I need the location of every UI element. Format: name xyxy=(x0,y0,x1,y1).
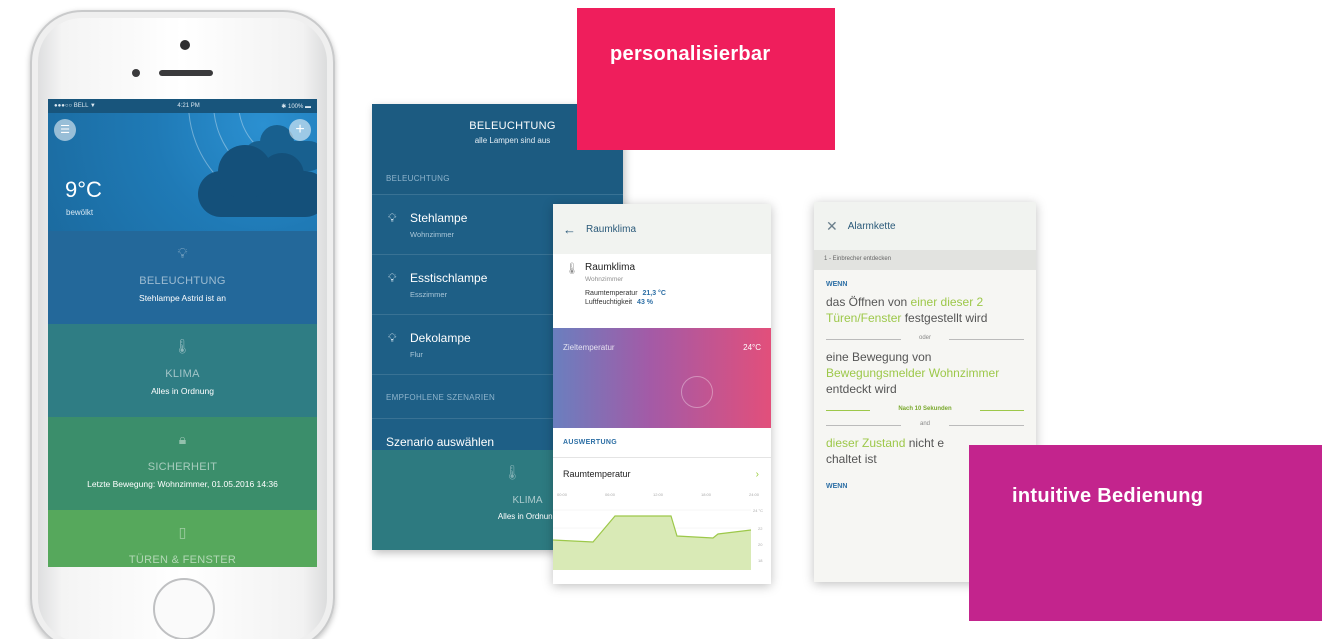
chart-x-tick: 12:00 xyxy=(653,492,664,497)
tile-subtitle: Stehlampe Astrid ist an xyxy=(139,293,226,303)
evaluation-label: AUSWERTUNG xyxy=(553,428,771,458)
humidity-row: Luftfeuchtigkeit 43 % xyxy=(585,298,771,307)
tile-security[interactable]: 🔒︎ SICHERHEIT Letzte Bewegung: Wohnzimme… xyxy=(48,417,317,510)
smartphone-mockup: ●●●○○ BELL ▼ 4:21 PM ✱ 100% ▬ ☰ + 9°C be… xyxy=(30,10,335,639)
tile-title: TÜREN & FENSTER xyxy=(128,554,237,566)
add-icon[interactable]: + xyxy=(289,119,311,141)
alarm-step-label: 1 - Einbrecher entdecken xyxy=(814,250,1036,270)
condition-text: eine Bewegung von Bewegungsmelder Wohnzi… xyxy=(826,350,1000,396)
thermometer-icon: 🌡︎ xyxy=(173,338,192,354)
lightbulb-icon: 💡︎ xyxy=(388,211,397,225)
close-icon[interactable]: ✕ xyxy=(826,218,838,235)
chart-y-tick: 24 °C xyxy=(753,508,763,513)
thermometer-icon: 🌡︎ xyxy=(565,263,579,275)
battery-indicator: ✱ 100% ▬ xyxy=(281,103,311,110)
climate-app-bar: ← Raumklima xyxy=(553,204,771,254)
tile-title: KLIMA xyxy=(165,368,200,380)
phone-screen: ●●●○○ BELL ▼ 4:21 PM ✱ 100% ▬ ☰ + 9°C be… xyxy=(48,99,317,567)
tile-title: BELEUCHTUNG xyxy=(139,275,226,287)
home-button[interactable] xyxy=(153,578,215,639)
badge-personalisierbar: personalisierbar xyxy=(577,8,835,150)
chart-x-tick: 00:00 xyxy=(557,492,568,497)
proximity-sensor xyxy=(132,69,140,77)
temperature-row: Raumtemperatur 21,3 °C xyxy=(585,289,771,298)
status-bar: ●●●○○ BELL ▼ 4:21 PM ✱ 100% ▬ xyxy=(48,99,317,113)
and-separator: and xyxy=(826,421,1025,427)
or-separator: oder xyxy=(826,335,1025,341)
state-link[interactable]: dieser Zustand xyxy=(826,436,905,450)
temperature-chart: 00:00 06:00 12:00 18:00 24:00 24 °C 22 2… xyxy=(553,490,771,570)
chart-x-tick: 06:00 xyxy=(605,492,616,497)
lightbulb-icon: 💡︎ xyxy=(388,271,397,285)
condition-text: das Öffnen von einer dieser 2 Türen/Fens… xyxy=(826,295,988,325)
target-label: Zieltemperatur xyxy=(563,343,615,352)
temperature-value: 9°C xyxy=(65,177,102,202)
section-label: BELEUCHTUNG xyxy=(386,174,450,183)
chart-x-tick: 18:00 xyxy=(701,492,712,497)
target-temperature-control[interactable]: Zieltemperatur 24°C xyxy=(553,328,771,428)
alarm-header-title: Alarmkette xyxy=(847,220,896,232)
humidity-value: 43 % xyxy=(637,299,654,306)
back-arrow-icon[interactable]: ← xyxy=(563,222,576,237)
tile-doors-windows[interactable]: ▯ TÜREN & FENSTER xyxy=(48,510,317,567)
alarm-app-bar: ✕ Alarmkette xyxy=(814,202,1036,250)
lightbulb-icon: 💡︎ xyxy=(388,331,397,345)
chart-row[interactable]: Raumtemperatur › xyxy=(553,458,771,490)
front-camera xyxy=(180,40,190,50)
chart-y-tick: 20 xyxy=(758,542,763,547)
cloud-icon xyxy=(198,145,317,217)
device-room: Wohnzimmer xyxy=(585,276,624,283)
target-value: 24°C xyxy=(743,343,761,352)
tile-title: SICHERHEIT xyxy=(147,461,218,473)
lightbulb-icon: 💡︎ xyxy=(177,245,188,261)
climate-device-info: 🌡︎ Raumklima Wohnzimmer Raumtemperatur 2… xyxy=(553,254,771,328)
tile-subtitle: Letzte Bewegung: Wohnzimmer, 01.05.2016 … xyxy=(87,479,278,489)
carrier-signal: ●●●○○ BELL ▼ xyxy=(54,103,96,109)
chart-row-label: Raumtemperatur xyxy=(563,469,631,479)
device-name: Raumklima xyxy=(585,262,636,273)
chevron-right-icon: › xyxy=(755,468,759,480)
lock-icon: 🔒︎ xyxy=(178,431,187,447)
weather-condition: bewölkt xyxy=(66,208,94,217)
room-climate-card: ← Raumklima 🌡︎ Raumklima Wohnzimmer Raum… xyxy=(553,204,771,584)
tile-subtitle: Alles in Ordnung xyxy=(151,386,214,396)
weather-header: ☰ + 9°C bewölkt xyxy=(48,113,317,231)
motion-sensor-link[interactable]: Bewegungsmelder Wohnzimmer xyxy=(826,366,999,380)
chart-y-tick: 22 xyxy=(758,526,763,531)
temperature-dial-knob[interactable] xyxy=(681,376,713,408)
climate-header-title: Raumklima xyxy=(586,223,637,235)
tile-climate[interactable]: 🌡︎ KLIMA Alles in Ordnung xyxy=(48,324,317,417)
condition-keyword: WENN xyxy=(826,281,848,288)
temperature-label: Raumtemperatur xyxy=(585,290,638,297)
temperature-area xyxy=(553,516,751,570)
badge-intuitive-bedienung: intuitive Bedienung xyxy=(969,445,1322,621)
menu-icon[interactable]: ☰ xyxy=(54,119,76,141)
status-time: 4:21 PM xyxy=(177,103,200,109)
earpiece-speaker xyxy=(159,70,213,76)
tile-lighting[interactable]: 💡︎ BELEUCHTUNG Stehlampe Astrid ist an xyxy=(48,231,317,324)
temperature-value: 21,3 °C xyxy=(642,290,666,297)
chart-y-tick: 18 xyxy=(758,558,763,563)
door-icon: ▯ xyxy=(178,524,187,540)
chart-x-tick: 24:00 xyxy=(749,492,760,497)
humidity-label: Luftfeuchtigkeit xyxy=(585,299,633,306)
delay-separator[interactable]: Nach 10 Sekunden xyxy=(826,406,1024,412)
